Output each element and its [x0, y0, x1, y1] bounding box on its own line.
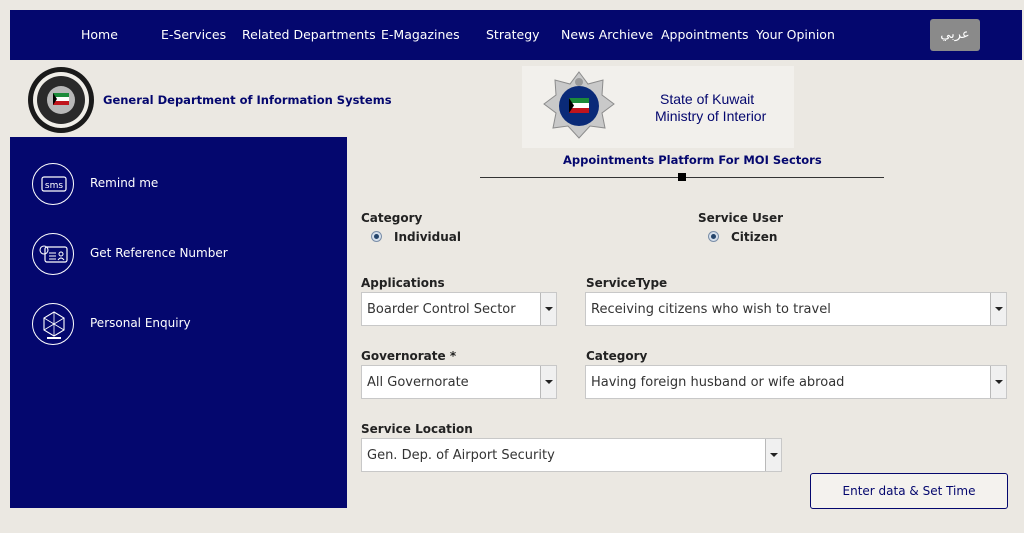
nav-home[interactable]: Home: [81, 27, 118, 42]
sms-icon: sms: [32, 163, 74, 205]
top-strip: [0, 0, 1024, 10]
sidebar-item-remind-me[interactable]: sms Remind me: [32, 163, 332, 207]
svg-text:sms: sms: [45, 181, 63, 191]
chevron-down-icon: [540, 366, 556, 398]
sidebar-item-label: Get Reference Number: [90, 246, 228, 260]
reference-card-icon: [32, 233, 74, 275]
moi-banner: State of Kuwait Ministry of Interior: [522, 66, 794, 148]
sidebar-item-label: Personal Enquiry: [90, 316, 191, 330]
platform-title: Appointments Platform For MOI Sectors: [563, 153, 822, 167]
service-location-label: Service Location: [361, 422, 473, 436]
nav-news-archieve[interactable]: News Archieve: [561, 27, 653, 42]
applications-selected-value: Boarder Control Sector: [367, 302, 516, 317]
chevron-down-icon: [990, 366, 1006, 398]
category-select-label: Category: [586, 349, 648, 363]
chevron-down-icon: [540, 293, 556, 325]
enter-data-set-time-button[interactable]: Enter data & Set Time: [810, 473, 1008, 509]
service-type-label: ServiceType: [586, 276, 668, 290]
service-type-selected-value: Receiving citizens who wish to travel: [591, 302, 831, 317]
nav-your-opinion[interactable]: Your Opinion: [756, 27, 835, 42]
category-radio-label: Individual: [394, 230, 461, 244]
sidebar-item-get-reference-number[interactable]: Get Reference Number: [32, 233, 332, 277]
nav-e-magazines[interactable]: E-Magazines: [381, 27, 460, 42]
language-toggle-button[interactable]: عربي: [930, 19, 980, 51]
department-title: General Department of Information System…: [103, 93, 392, 107]
sidebar: sms Remind me Get Reference Number Perso…: [10, 137, 347, 508]
category-label: Category: [361, 211, 423, 225]
chevron-down-icon: [765, 439, 781, 471]
governorate-select[interactable]: All Governorate: [361, 365, 557, 399]
applications-select[interactable]: Boarder Control Sector: [361, 292, 557, 326]
service-type-select[interactable]: Receiving citizens who wish to travel: [585, 292, 1007, 326]
kuwait-police-emblem-icon: [543, 71, 615, 139]
service-user-radio[interactable]: [708, 231, 719, 242]
service-location-select[interactable]: Gen. Dep. of Airport Security: [361, 438, 782, 472]
governorate-label: Governorate *: [361, 349, 457, 363]
chevron-down-icon: [990, 293, 1006, 325]
category-selected-value: Having foreign husband or wife abroad: [591, 375, 845, 390]
nav-related-departments[interactable]: Related Departments: [242, 27, 376, 42]
department-logo[interactable]: [26, 65, 96, 135]
nav-e-services[interactable]: E-Services: [161, 27, 226, 42]
title-divider-marker: [678, 173, 686, 181]
category-select[interactable]: Having foreign husband or wife abroad: [585, 365, 1007, 399]
service-user-radio-label: Citizen: [731, 230, 778, 244]
service-location-selected-value: Gen. Dep. of Airport Security: [367, 448, 555, 463]
banner-country-text: State of Kuwait: [660, 91, 755, 107]
main-navbar: Home E-Services Related Departments E-Ma…: [10, 10, 1022, 60]
enquiry-icon: [32, 303, 74, 345]
banner-ministry-text: Ministry of Interior: [655, 108, 767, 124]
sidebar-item-label: Remind me: [90, 176, 159, 190]
applications-label: Applications: [361, 276, 445, 290]
nav-strategy[interactable]: Strategy: [486, 27, 540, 42]
sidebar-item-personal-enquiry[interactable]: Personal Enquiry: [32, 303, 332, 347]
nav-appointments[interactable]: Appointments: [661, 27, 749, 42]
service-user-label: Service User: [698, 211, 784, 225]
governorate-selected-value: All Governorate: [367, 375, 469, 390]
category-radio[interactable]: [371, 231, 382, 242]
